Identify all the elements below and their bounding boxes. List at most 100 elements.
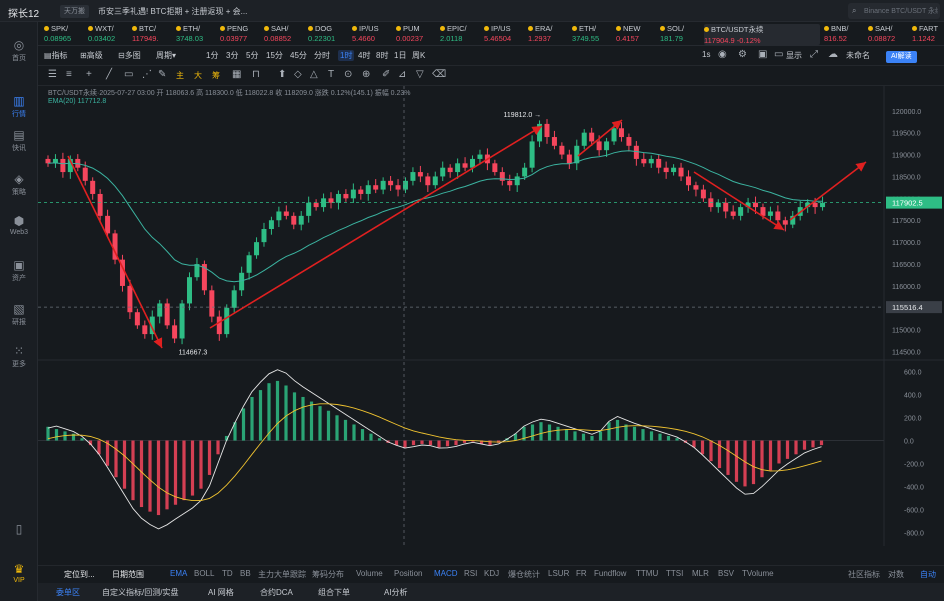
- sidebar-item-0[interactable]: ◎ 首页: [0, 38, 38, 63]
- ticker-3[interactable]: ETH/3748.03: [176, 24, 226, 43]
- ticker-7[interactable]: IP/US 5.4660: [352, 24, 402, 43]
- sidebar-item-3[interactable]: ◈ 策略: [0, 172, 38, 197]
- ticker-5[interactable]: SAH/0.08852: [264, 24, 314, 43]
- shape-icon[interactable]: △: [310, 69, 318, 80]
- display-button[interactable]: 显示: [786, 50, 802, 61]
- trendline-icon[interactable]: ╱: [106, 69, 112, 80]
- price-chart[interactable]: 120000.0119500.0119000.0118500.0118000.0…: [38, 86, 944, 546]
- lock-icon[interactable]: ⊓: [252, 69, 260, 80]
- bottom-nav-0[interactable]: 委单区: [56, 587, 80, 598]
- indicator-tab-10[interactable]: KDJ: [484, 569, 499, 578]
- indicator-tab-16[interactable]: TTSI: [666, 569, 683, 578]
- fib-icon[interactable]: ⋰: [142, 69, 152, 80]
- indicators-button[interactable]: ▤指标: [44, 50, 68, 61]
- interval-5m[interactable]: 5分: [246, 50, 258, 61]
- period-dropdown[interactable]: 周期▾: [156, 50, 176, 61]
- multi-chart-button[interactable]: ⊟多图: [118, 50, 141, 61]
- indicator-tab-14[interactable]: Fundflow: [594, 569, 626, 578]
- interval-1d[interactable]: 1日: [394, 50, 406, 61]
- news-ticker[interactable]: 币安三季礼遇! BTC拒期 + 注册返现 + 会...: [98, 6, 247, 17]
- ticker-1[interactable]: WXT/0.03402: [88, 24, 138, 43]
- signal-icon[interactable]: ⊿: [398, 69, 406, 80]
- filter-icon[interactable]: ▽: [416, 69, 424, 80]
- ticker-17[interactable]: SAH/0.08872: [868, 24, 918, 43]
- ticker-8[interactable]: PUM 0.00237: [396, 24, 446, 43]
- ticker-12[interactable]: ETH/3749.55: [572, 24, 622, 43]
- sidebar-item-7[interactable]: ⁙ 更多: [0, 344, 38, 369]
- trash-icon[interactable]: ⌫: [432, 69, 446, 80]
- bottom-nav-4[interactable]: 组合下单: [318, 587, 350, 598]
- indicator-tab-11[interactable]: 爆仓统计: [508, 569, 540, 580]
- indicator-tab-4[interactable]: 主力大单跟踪: [258, 569, 306, 580]
- ticker-2[interactable]: BTC/117949.: [132, 24, 182, 43]
- sidebar-item-8[interactable]: ▯: [0, 522, 38, 537]
- sidebar-item-6[interactable]: ▧ 研报: [0, 302, 38, 327]
- indicator-tab-17[interactable]: MLR: [692, 569, 709, 578]
- eye-icon[interactable]: ⊙: [344, 69, 352, 80]
- monitor-icon[interactable]: ▭: [774, 49, 783, 60]
- indicator-tab-2[interactable]: TD: [222, 569, 233, 578]
- interval-timeline[interactable]: 分时: [314, 50, 330, 61]
- interval-15m[interactable]: 15分: [266, 50, 283, 61]
- layout-name[interactable]: 未命名: [846, 50, 870, 61]
- cloud-icon[interactable]: ☁: [828, 49, 838, 60]
- bottom-nav-3[interactable]: 合约DCA: [260, 587, 293, 598]
- indicator-tab-18[interactable]: BSV: [718, 569, 734, 578]
- ticker-18[interactable]: FART 1.1242: [912, 24, 944, 43]
- indicator-tab-13[interactable]: FR: [576, 569, 587, 578]
- bottom-nav-1[interactable]: 自定义指标/回测/实盘: [102, 587, 178, 598]
- sidebar-item-9[interactable]: ♛ VIP: [0, 562, 38, 584]
- text-icon[interactable]: T: [328, 69, 334, 80]
- indicator-tab-15[interactable]: TTMU: [636, 569, 658, 578]
- indicator-tab-19[interactable]: TVolume: [742, 569, 774, 578]
- sidebar-item-2[interactable]: ▤ 快讯: [0, 128, 38, 153]
- log-scale-toggle[interactable]: 对数: [888, 569, 904, 580]
- indicator-tab-3[interactable]: BB: [240, 569, 251, 578]
- indicator-tab-7[interactable]: Position: [394, 569, 422, 578]
- indicator-tab-9[interactable]: RSI: [464, 569, 477, 578]
- ticker-13[interactable]: NEW 0.4157: [616, 24, 666, 43]
- community-indicators[interactable]: 社区指标: [848, 569, 880, 580]
- indicator-tab-1[interactable]: BOLL: [194, 569, 214, 578]
- user-tag[interactable]: 天万搬: [60, 5, 89, 18]
- cursor-icon[interactable]: ⬆: [278, 69, 286, 80]
- interval-45m[interactable]: 45分: [290, 50, 307, 61]
- indicator-tab-8[interactable]: MACD: [434, 569, 458, 578]
- interval-1h[interactable]: 1时: [338, 50, 355, 61]
- search-box[interactable]: ⌕ Binance BTC/USDT 永续: [848, 3, 940, 19]
- interval-3m[interactable]: 3分: [226, 50, 238, 61]
- sidebar-item-1[interactable]: ▥ 行情: [0, 94, 38, 119]
- interval-8h[interactable]: 8时: [376, 50, 388, 61]
- interval-setting[interactable]: 1s: [702, 50, 710, 59]
- rectangle-icon[interactable]: ▭: [124, 69, 133, 80]
- indicator-tab-12[interactable]: LSUR: [548, 569, 569, 578]
- ticker-4[interactable]: PENG 0.03977: [220, 24, 270, 43]
- ticker-0[interactable]: SPK/0.08965: [44, 24, 94, 43]
- ticker-14[interactable]: SOL/181.79: [660, 24, 710, 43]
- main-chip[interactable]: 主: [176, 70, 184, 81]
- ai-interpret-button[interactable]: AI解读: [886, 51, 917, 63]
- interval-1m[interactable]: 1分: [206, 50, 218, 61]
- pencil-icon[interactable]: ✐: [382, 69, 390, 80]
- brush-icon[interactable]: ✎: [158, 69, 166, 80]
- interval-4h[interactable]: 4时: [358, 50, 370, 61]
- advanced-button[interactable]: ⊞高级: [80, 50, 103, 61]
- fullscreen-icon[interactable]: ⤢: [810, 49, 818, 60]
- large-order-chip[interactable]: 大: [194, 70, 202, 81]
- magnet-icon[interactable]: ⊕: [362, 69, 370, 80]
- ticker-15[interactable]: BTC/USDT永续 117904.9 -0.12%: [704, 24, 820, 45]
- calendar-icon[interactable]: ▦: [232, 69, 241, 80]
- ticker-6[interactable]: DOG 0.22301: [308, 24, 358, 43]
- crosshair-icon[interactable]: +: [86, 69, 92, 80]
- gear-icon[interactable]: ⚙: [738, 49, 747, 60]
- ticker-10[interactable]: IP/US 5.46504: [484, 24, 534, 43]
- indicator-tab-0[interactable]: EMA: [170, 569, 187, 578]
- indicator-tab-5[interactable]: 筹码分布: [312, 569, 344, 580]
- ticker-16[interactable]: BNB/816.52: [824, 24, 874, 43]
- auto-scale-toggle[interactable]: 自动: [920, 569, 936, 580]
- menu-icon[interactable]: ☰: [48, 69, 57, 80]
- bottom-nav-2[interactable]: AI 网格: [208, 587, 234, 598]
- bottom-nav-5[interactable]: AI分析: [384, 587, 408, 598]
- ticker-9[interactable]: EPIC/2.0118: [440, 24, 490, 43]
- sidebar-item-4[interactable]: ⬢ Web3: [0, 214, 38, 236]
